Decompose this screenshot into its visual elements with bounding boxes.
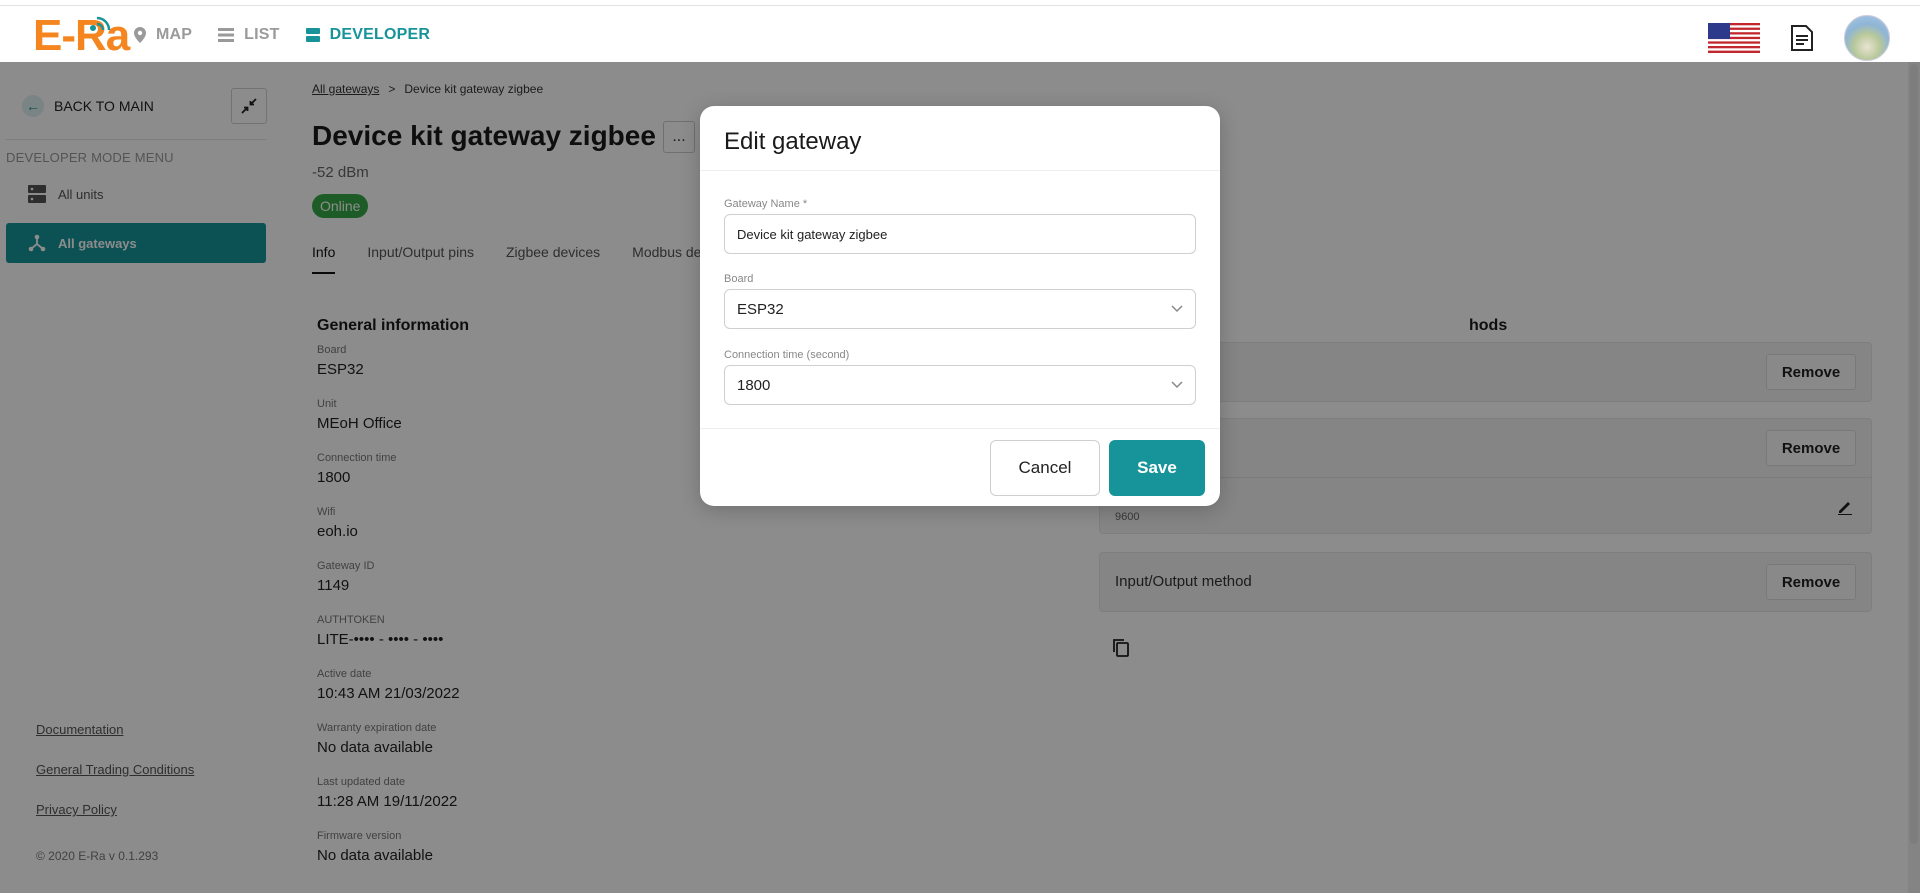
board-label: Board — [724, 273, 754, 285]
map-pin-icon — [134, 26, 146, 43]
divider — [700, 170, 1220, 171]
scrollbar[interactable] — [1908, 62, 1920, 893]
document-icon[interactable] — [1790, 25, 1814, 51]
divider — [700, 428, 1220, 429]
scrollbar-thumb[interactable] — [1910, 64, 1918, 844]
user-avatar[interactable] — [1844, 15, 1890, 61]
nav-developer[interactable]: DEVELOPER — [305, 25, 431, 44]
chevron-down-icon — [1171, 381, 1183, 389]
nav-map-label: MAP — [156, 25, 193, 43]
era-logo[interactable]: E-Ra — [33, 11, 130, 60]
gateway-name-input[interactable] — [724, 214, 1196, 254]
us-flag-icon[interactable] — [1708, 23, 1760, 53]
connection-time-select[interactable]: 1800 — [724, 365, 1196, 405]
connection-time-label: Connection time (second) — [724, 349, 850, 361]
top-bar: E-Ra MAP LIST DEVELOPER — [0, 5, 1920, 62]
developer-icon — [305, 27, 320, 42]
main-nav: MAP LIST DEVELOPER — [134, 6, 430, 63]
cancel-button[interactable]: Cancel — [990, 440, 1100, 496]
nav-map[interactable]: MAP — [134, 26, 192, 44]
dialog-title: Edit gateway — [724, 128, 862, 155]
wifi-waves-icon — [90, 16, 111, 31]
chevron-down-icon — [1171, 305, 1183, 313]
edit-gateway-dialog: Edit gateway Gateway Name * Board ESP32 … — [700, 106, 1220, 506]
nav-list[interactable]: LIST — [218, 26, 279, 44]
save-button[interactable]: Save — [1109, 440, 1205, 496]
gateway-name-label: Gateway Name * — [724, 198, 808, 210]
nav-list-label: LIST — [244, 25, 280, 43]
connection-time-select-value: 1800 — [737, 376, 771, 394]
top-right-tools — [1708, 15, 1890, 61]
board-select-value: ESP32 — [737, 300, 784, 318]
nav-developer-label: DEVELOPER — [329, 25, 431, 43]
board-select[interactable]: ESP32 — [724, 289, 1196, 329]
list-icon — [218, 27, 235, 42]
logo-text: E-Ra — [33, 11, 130, 60]
